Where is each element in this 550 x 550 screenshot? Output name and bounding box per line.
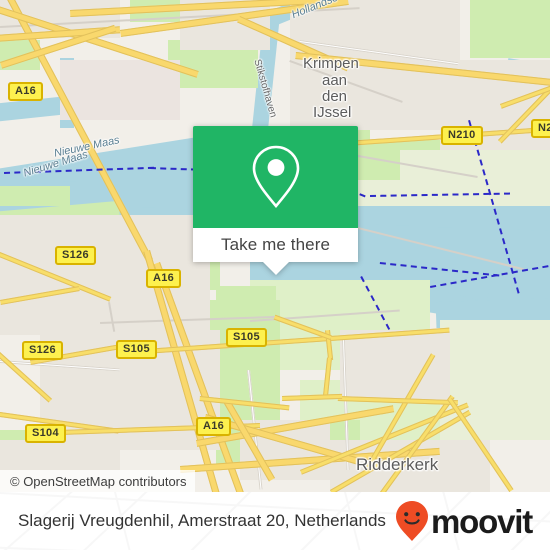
take-me-there-label: Take me there — [220, 235, 331, 254]
road-shield-s126-2: S126 — [22, 341, 63, 360]
moovit-logo[interactable]: moovit — [395, 500, 533, 542]
map-pin-icon — [252, 145, 299, 209]
road-shield-s105-1: S105 — [116, 340, 157, 359]
location-popup[interactable]: Take me there — [193, 126, 358, 275]
screenshot-root: Nieuwe Maas Nieuwe Maas Hollandse Stikst… — [0, 0, 550, 550]
road-shield-s105-2: S105 — [226, 328, 267, 347]
road-shield-s126-1: S126 — [55, 246, 96, 265]
moovit-wordmark: moovit — [431, 502, 533, 540]
road-shield-a16-3: A16 — [196, 417, 232, 436]
popup-image-area — [193, 126, 358, 228]
moovit-pin-icon — [396, 501, 429, 541]
road-shield-a16-1: A16 — [8, 82, 44, 101]
road-shield-a16-2: A16 — [146, 269, 182, 288]
take-me-there-button[interactable]: Take me there — [193, 228, 358, 262]
road-shield-s104: S104 — [25, 424, 66, 443]
road-shield-n2: N2 — [531, 119, 550, 138]
footer-bar: Slagerij Vreugdenhil, Amerstraat 20, Net… — [0, 492, 550, 550]
map-attribution: © OpenStreetMap contributors — [0, 470, 195, 492]
road-shield-n210: N210 — [441, 126, 483, 145]
location-address: Slagerij Vreugdenhil, Amerstraat 20, Net… — [18, 511, 386, 530]
popup-tail — [262, 262, 289, 275]
